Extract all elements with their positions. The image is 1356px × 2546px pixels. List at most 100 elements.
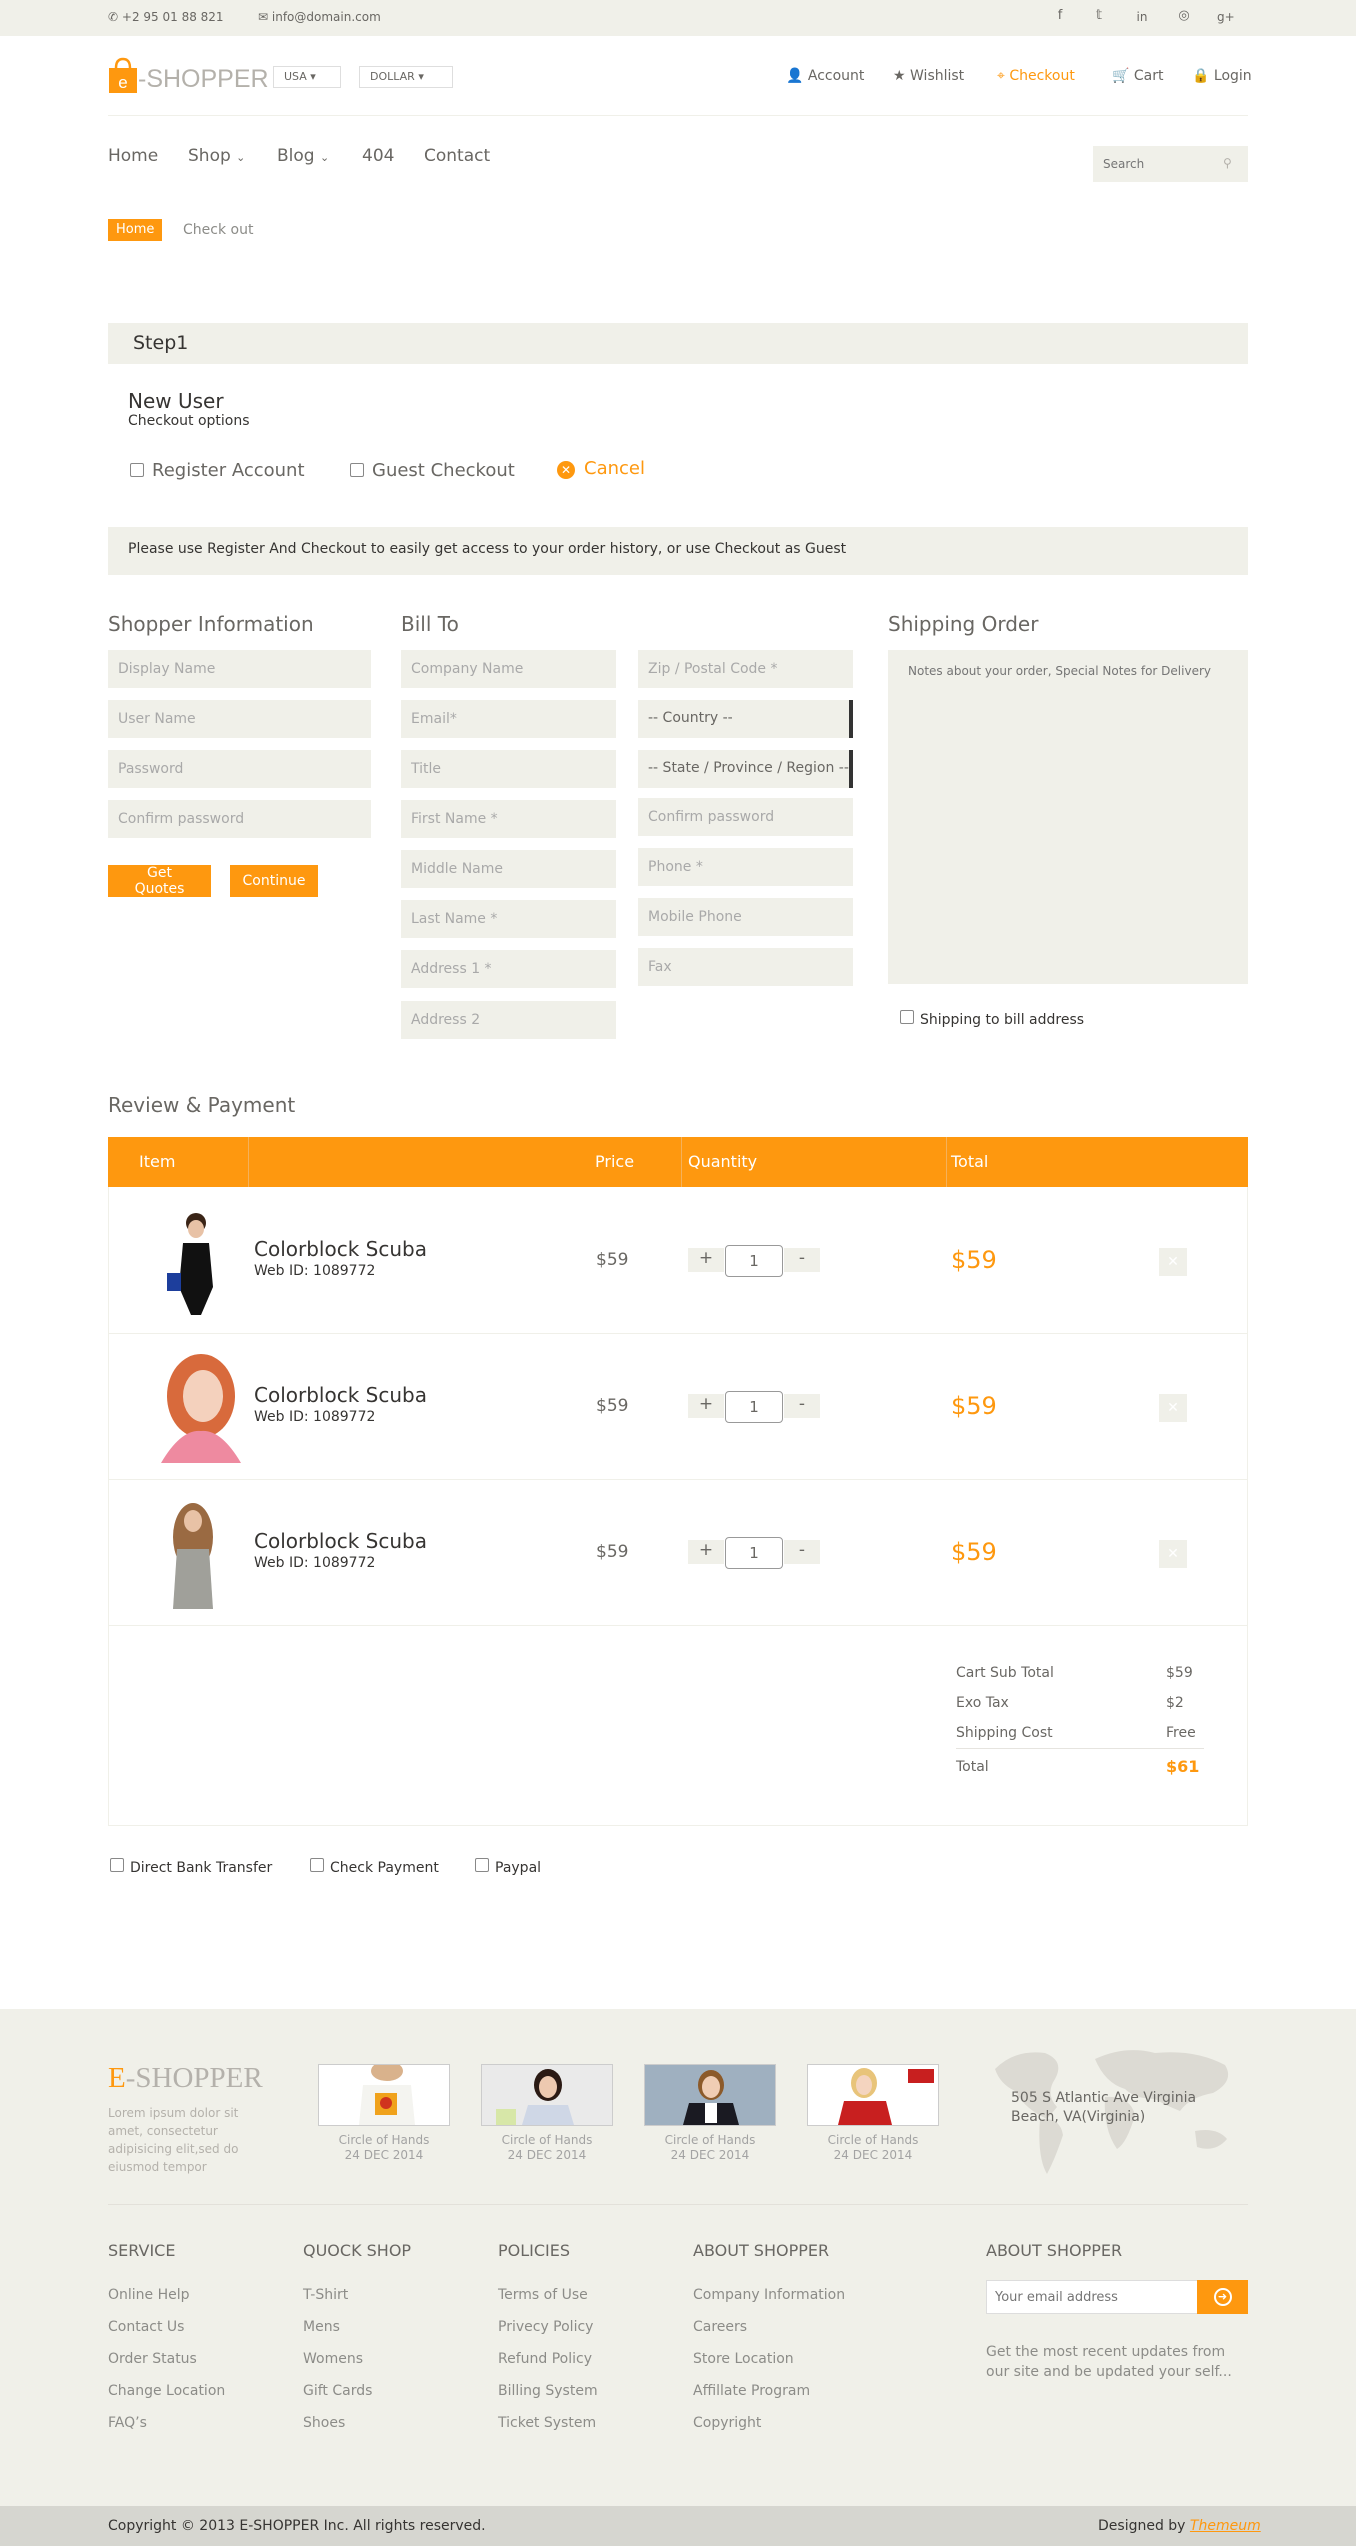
mainnav-contact[interactable]: Contact [424, 146, 490, 166]
qty-input[interactable]: 1 [725, 1391, 783, 1423]
qty-input[interactable]: 1 [725, 1537, 783, 1569]
dribbble-icon[interactable]: ◎ [1176, 8, 1192, 23]
email-input[interactable] [401, 700, 616, 738]
footer-link[interactable]: Change Location [108, 2383, 225, 2399]
cancel-link[interactable]: Cancel [584, 458, 645, 479]
search-icon[interactable]: ⚲ [1223, 156, 1232, 170]
linkedin-icon[interactable]: in [1134, 10, 1150, 24]
delete-icon[interactable]: ✕ [1159, 1540, 1187, 1568]
mainnav-404[interactable]: 404 [362, 146, 394, 166]
footer-link[interactable]: Gift Cards [303, 2383, 372, 2399]
footer-link[interactable]: Shoes [303, 2415, 345, 2431]
footer-link[interactable]: Contact Us [108, 2319, 184, 2335]
video-thumb[interactable] [481, 2064, 613, 2126]
billto-confirm-password-input[interactable] [638, 798, 853, 836]
register-checkbox[interactable] [130, 463, 144, 477]
mainnav-shop[interactable]: Shop ⌄ [188, 146, 245, 166]
email-contact[interactable]: ✉ info@domain.com [258, 10, 381, 24]
guest-checkbox[interactable] [350, 463, 364, 477]
user-name-input[interactable] [108, 700, 371, 738]
qty-input[interactable]: 1 [725, 1245, 783, 1277]
footer-link[interactable]: Terms of Use [498, 2287, 588, 2303]
product-price: $59 [596, 1542, 629, 1562]
footer-link[interactable]: Company Information [693, 2287, 845, 2303]
nav-login[interactable]: 🔒 Login [1192, 68, 1252, 84]
shipping-notes-textarea[interactable] [888, 650, 1248, 984]
footer-link[interactable]: Mens [303, 2319, 340, 2335]
mainnav-blog[interactable]: Blog ⌄ [277, 146, 329, 166]
confirm-password-input[interactable] [108, 800, 371, 838]
breadcrumb-home[interactable]: Home [108, 219, 163, 241]
delete-icon[interactable]: ✕ [1159, 1394, 1187, 1422]
paypal-checkbox[interactable] [475, 1858, 489, 1872]
fax-input[interactable] [638, 948, 853, 986]
footer-link[interactable]: Billing System [498, 2383, 598, 2399]
last-name-input[interactable] [401, 900, 616, 938]
get-quotes-button[interactable]: Get Quotes [108, 865, 211, 897]
currency-dropdown[interactable]: DOLLAR ▾ [359, 66, 453, 88]
search-input[interactable] [1093, 146, 1213, 182]
country-select[interactable]: -- Country -- [638, 700, 853, 738]
address2-input[interactable] [401, 1001, 616, 1039]
shipping-to-bill-checkbox[interactable] [900, 1010, 914, 1024]
footer-link[interactable]: Copyright [693, 2415, 761, 2431]
mobile-phone-input[interactable] [638, 898, 853, 936]
newsletter-submit-button[interactable]: ➜ [1197, 2280, 1248, 2314]
footer-link[interactable]: Affillate Program [693, 2383, 810, 2399]
qty-plus-button[interactable]: + [688, 1248, 724, 1272]
footer-link[interactable]: Store Location [693, 2351, 794, 2367]
nav-cart[interactable]: 🛒 Cart [1112, 68, 1164, 84]
cancel-icon[interactable]: ✕ [557, 461, 575, 479]
continue-button[interactable]: Continue [230, 865, 318, 897]
footer-link[interactable]: Online Help [108, 2287, 190, 2303]
video-image [319, 2061, 449, 2125]
country-dropdown[interactable]: USA ▾ [273, 66, 341, 88]
notice-box: Please use Register And Checkout to easi… [108, 527, 1248, 575]
footer-link[interactable]: Order Status [108, 2351, 197, 2367]
first-name-input[interactable] [401, 800, 616, 838]
middle-name-input[interactable] [401, 850, 616, 888]
check-payment-checkbox[interactable] [310, 1858, 324, 1872]
video-thumb[interactable] [807, 2064, 939, 2126]
video-thumb[interactable] [644, 2064, 776, 2126]
qty-minus-button[interactable]: - [784, 1394, 820, 1418]
mainnav-home[interactable]: Home [108, 146, 158, 166]
qty-plus-button[interactable]: + [688, 1394, 724, 1418]
bank-transfer-checkbox[interactable] [110, 1858, 124, 1872]
nav-checkout[interactable]: ⌖ Checkout [997, 68, 1075, 84]
designed-by-label: Designed by [1098, 2518, 1186, 2534]
display-name-input[interactable] [108, 650, 371, 688]
summary-divider [956, 1748, 1204, 1749]
google-plus-icon[interactable]: g+ [1217, 10, 1235, 24]
delete-icon[interactable]: ✕ [1159, 1248, 1187, 1276]
zip-input[interactable] [638, 650, 853, 688]
password-input[interactable] [108, 750, 371, 788]
footer-link[interactable]: Privecy Policy [498, 2319, 593, 2335]
video-thumb[interactable] [318, 2061, 450, 2126]
designer-link[interactable]: Themeum [1190, 2518, 1261, 2534]
guest-label: Guest Checkout [372, 460, 515, 481]
twitter-icon[interactable]: 𝕥 [1091, 8, 1107, 23]
footer-link[interactable]: T-Shirt [303, 2287, 348, 2303]
footer-link[interactable]: Womens [303, 2351, 363, 2367]
product-name[interactable]: Colorblock Scuba [254, 1383, 427, 1407]
footer-link[interactable]: Careers [693, 2319, 747, 2335]
newsletter-email-input[interactable] [986, 2280, 1198, 2314]
company-name-input[interactable] [401, 650, 616, 688]
footer-link[interactable]: Ticket System [498, 2415, 596, 2431]
nav-account[interactable]: 👤 Account [786, 68, 864, 84]
facebook-icon[interactable]: f [1052, 8, 1068, 23]
qty-minus-button[interactable]: - [784, 1248, 820, 1272]
address1-input[interactable] [401, 950, 616, 988]
search-box[interactable]: ⚲ [1093, 146, 1248, 182]
title-input[interactable] [401, 750, 616, 788]
footer-link[interactable]: FAQ’s [108, 2415, 147, 2431]
product-name[interactable]: Colorblock Scuba [254, 1237, 427, 1261]
qty-minus-button[interactable]: - [784, 1540, 820, 1564]
qty-plus-button[interactable]: + [688, 1540, 724, 1564]
phone-input[interactable] [638, 848, 853, 886]
product-name[interactable]: Colorblock Scuba [254, 1529, 427, 1553]
footer-link[interactable]: Refund Policy [498, 2351, 592, 2367]
state-select[interactable]: -- State / Province / Region -- [638, 750, 853, 788]
nav-wishlist[interactable]: ★ Wishlist [893, 68, 964, 84]
